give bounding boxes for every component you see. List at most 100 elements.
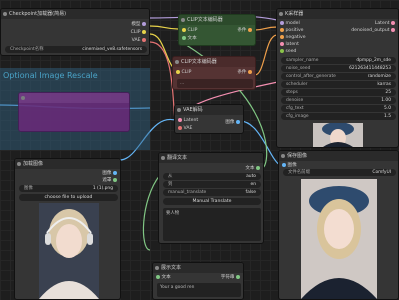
preview-thumbnail [313, 123, 363, 147]
clip-text-encode-positive[interactable]: CLIP文本编码器 CLIP 文本 条件 [178, 14, 256, 46]
latent-socket-icon [280, 41, 284, 46]
conditioning-socket-icon [280, 27, 284, 32]
output-label: 模型 [131, 22, 141, 27]
saved-image-preview [301, 179, 377, 299]
manual-translate-button[interactable]: Manual Translate [163, 198, 261, 205]
preview-thumbnail-icon [313, 123, 363, 147]
image-socket-icon [113, 170, 117, 175]
image-socket-icon [236, 119, 240, 124]
translate-text-node[interactable]: 翻译文本 文本 从 auto 到 en manual_translate fal… [158, 152, 264, 244]
model-socket-icon [142, 21, 146, 26]
output-label: 字符串 [220, 275, 235, 280]
from-language-select[interactable]: 从 auto [163, 173, 261, 180]
output-conditioning[interactable]: 条件 [237, 27, 252, 34]
widget-value: 25 [385, 90, 391, 95]
output-vae[interactable]: VAE [132, 37, 146, 44]
input-model[interactable]: model [280, 20, 300, 27]
bypassed-node-title [19, 93, 129, 103]
input-latent[interactable]: Latent [178, 117, 198, 124]
image-select[interactable]: 图像 1 (1).png [19, 185, 118, 192]
widget-value: en [250, 182, 256, 187]
show-text-node[interactable]: 展示文本 文本 字符串 Your a good ren [152, 262, 244, 300]
cfg-image-field[interactable]: cfg_image 1.5 [281, 113, 396, 120]
latent-socket-icon [391, 27, 395, 32]
input-negative[interactable]: negative [280, 34, 306, 41]
input-label: negative [285, 35, 306, 40]
control-after-generate-select[interactable]: control_after_generate randomize [281, 73, 396, 80]
node-title: 展示文本 [153, 263, 243, 273]
widget-value: false [245, 190, 256, 195]
denoise-field[interactable]: denoise 1.00 [281, 97, 396, 104]
widget-label: 文件名前缀 [288, 170, 310, 175]
save-image-node[interactable]: 保存图像 图像 文件名前缀 ComfyUI [278, 150, 399, 300]
input-seed[interactable]: seed [280, 48, 296, 55]
widget-label: cfg_image [286, 114, 309, 119]
widget-value: 1 (1).png [92, 186, 113, 191]
latent-socket-icon [178, 117, 182, 122]
input-vae[interactable]: VAE [178, 125, 192, 132]
node-title: K采样器 [277, 9, 398, 19]
node-title: CLIP文本编码器 [173, 57, 255, 67]
clip-text-encode-negative[interactable]: CLIP文本编码器 CLIP 条件 ... [172, 56, 256, 90]
scheduler-select[interactable]: scheduler karras [281, 81, 396, 88]
widget-value: auto [246, 174, 256, 179]
filename-prefix-field[interactable]: 文件名前缀 ComfyUI [283, 169, 396, 176]
sampler-name-select[interactable]: sampler_name dpmpp_2m_sde [281, 57, 396, 64]
bypassed-rescale-node[interactable] [18, 92, 130, 132]
output-image[interactable]: 图像 [225, 119, 240, 126]
vae-decode-node[interactable]: VAE解码 Latent VAE 图像 [174, 104, 244, 134]
node-title: CLIP文本编码器 [179, 15, 255, 25]
negative-prompt-text[interactable]: ... [177, 79, 253, 88]
widget-label: Checkpoint名称 [10, 47, 44, 52]
widget-value: randomize [367, 74, 391, 79]
output-model[interactable]: 模型 [131, 21, 146, 28]
input-clip[interactable]: CLIP [176, 69, 191, 76]
output-string[interactable]: 字符串 [221, 274, 240, 281]
input-clip[interactable]: CLIP [182, 27, 197, 34]
output-clip[interactable]: CLIP [131, 29, 146, 36]
output-label: 文本 [245, 166, 255, 171]
output-label: 图像 [225, 120, 235, 125]
input-image[interactable]: 图像 [282, 162, 297, 169]
input-label: seed [285, 49, 297, 54]
output-conditioning[interactable]: 条件 [237, 69, 252, 76]
node-title: VAE解码 [175, 105, 243, 115]
output-mask[interactable]: 遮罩 [102, 177, 117, 184]
cfg-text-field[interactable]: cfg_text 5.0 [281, 105, 396, 112]
input-label: CLIP [187, 28, 198, 33]
input-text[interactable]: 文本 [156, 274, 171, 281]
checkpoint-loader-node[interactable]: Checkpoint加载器(简易) 模型 CLIP VAE Checkpoint… [0, 8, 150, 56]
widget-value: 1.5 [384, 114, 391, 119]
load-image-node[interactable]: 加载图像 图像 遮罩 图像 1 (1).png choose file to u… [14, 158, 121, 300]
output-label: 条件 [237, 70, 247, 75]
choose-file-button[interactable]: choose file to upload [19, 194, 118, 201]
loaded-image-preview [39, 203, 99, 299]
widget-label: steps [286, 90, 298, 95]
output-denoised[interactable]: denoised_output [351, 27, 395, 34]
input-label: 文本 [187, 36, 197, 41]
input-latent[interactable]: latent [280, 41, 299, 48]
output-image[interactable]: 图像 [102, 170, 117, 177]
steps-field[interactable]: steps 25 [281, 89, 396, 96]
widget-label: control_after_generate [286, 74, 336, 79]
output-latent[interactable]: Latent [375, 20, 395, 27]
output-text[interactable]: 文本 [245, 165, 260, 172]
input-label: CLIP [181, 70, 192, 75]
widget-value: karras [377, 82, 391, 87]
clip-socket-icon [176, 69, 180, 74]
to-language-select[interactable]: 到 en [163, 181, 261, 188]
noise-seed-field[interactable]: noise_seed 621263411448253 [281, 65, 396, 72]
widget-label: cfg_text [286, 106, 304, 111]
manual-translate-toggle[interactable]: manual_translate false [163, 189, 261, 196]
clip-socket-icon [182, 27, 186, 32]
input-label: 文本 [161, 275, 171, 280]
ksampler-node[interactable]: K采样器 model positive negative latent seed… [276, 8, 399, 148]
input-label: model [285, 21, 300, 26]
widget-label: 图像 [24, 186, 33, 191]
vae-socket-icon [142, 37, 146, 42]
checkpoint-select[interactable]: Checkpoint名称 cinemixed_ve8.safetensors [5, 46, 147, 53]
input-text[interactable]: 文本 [182, 35, 197, 42]
widget-label: 从 [168, 174, 173, 179]
translate-textarea[interactable]: 要人物 [163, 208, 261, 241]
input-positive[interactable]: positive [280, 27, 304, 34]
